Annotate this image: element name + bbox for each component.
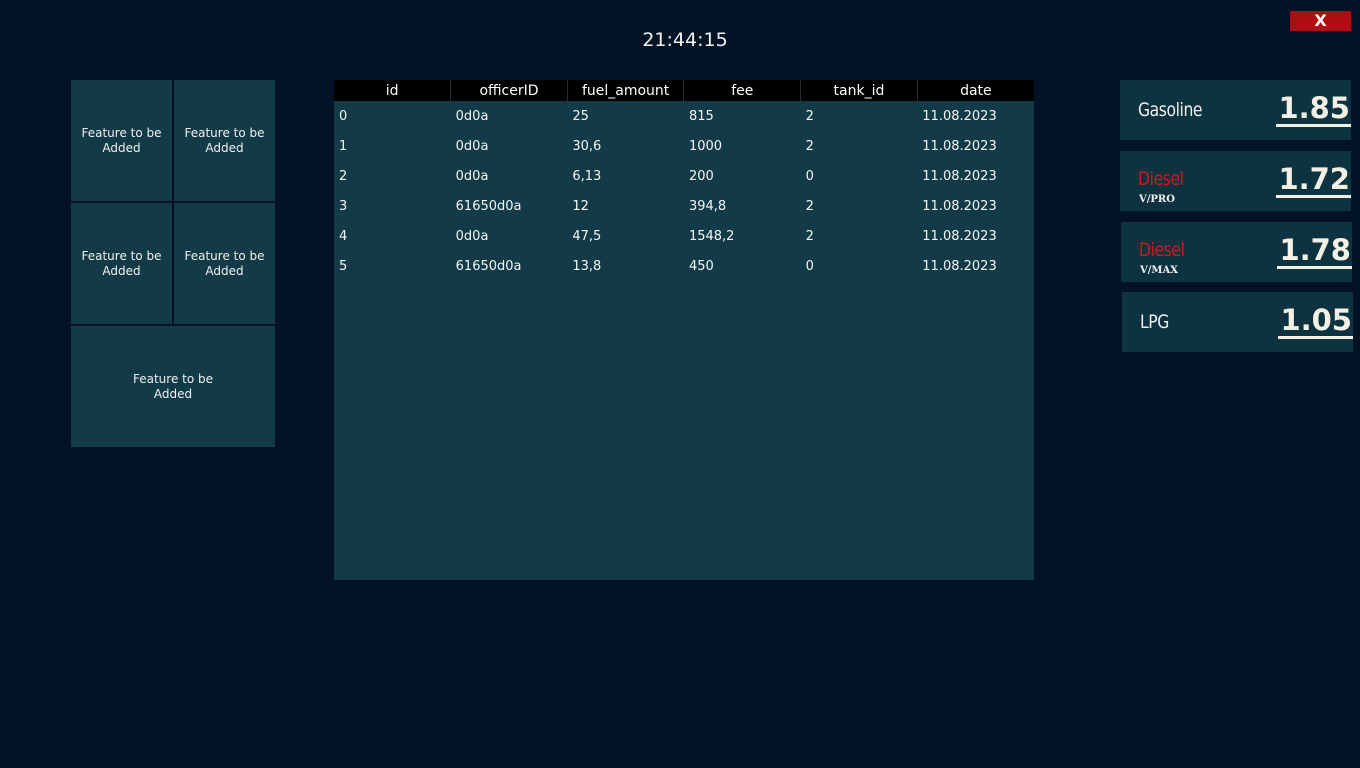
cell-officer-id: 0d0a bbox=[455, 108, 489, 124]
fuel-price: 1.05 bbox=[1278, 303, 1353, 339]
cell-tank-id: 2 bbox=[805, 138, 814, 154]
cell-date: 11.08.2023 bbox=[922, 258, 997, 274]
cell-date: 11.08.2023 bbox=[922, 198, 997, 214]
column-header-fuel-amount[interactable]: fuel_amount bbox=[567, 80, 685, 101]
cell-tank-id: 2 bbox=[805, 198, 814, 214]
table-row[interactable]: 4 0d0a 47,5 1548,2 2 11.08.2023 bbox=[334, 221, 1034, 251]
cell-tank-id: 0 bbox=[805, 258, 814, 274]
table-row[interactable]: 0 0d0a 25 815 2 11.08.2023 bbox=[334, 101, 1034, 131]
cell-id: 3 bbox=[339, 198, 348, 214]
fuel-price: 1.85 bbox=[1276, 91, 1351, 127]
price-card-lpg: LPG 1.05 bbox=[1122, 292, 1353, 352]
fuel-price: 1.78 bbox=[1277, 233, 1352, 269]
close-button[interactable]: X bbox=[1290, 11, 1351, 31]
feature-tile-2[interactable]: Feature to be Added bbox=[174, 80, 275, 201]
feature-tile-label: Feature to be Added bbox=[184, 248, 265, 278]
feature-tile-4[interactable]: Feature to be Added bbox=[174, 203, 275, 324]
fuel-log-panel: id officerID fuel_amount fee tank_id dat… bbox=[334, 80, 1034, 580]
fuel-log-table: id officerID fuel_amount fee tank_id dat… bbox=[334, 80, 1034, 281]
cell-date: 11.08.2023 bbox=[922, 108, 997, 124]
cell-fuel-amount: 6,13 bbox=[572, 168, 602, 184]
cell-fuel-amount: 30,6 bbox=[572, 138, 602, 154]
fuel-name: LPG bbox=[1140, 311, 1169, 333]
table-header-row: id officerID fuel_amount fee tank_id dat… bbox=[334, 80, 1034, 101]
feature-tile-label: Feature to be Added bbox=[81, 125, 162, 155]
cell-id: 2 bbox=[339, 168, 348, 184]
fuel-name: Gasoline bbox=[1138, 99, 1203, 121]
feature-tile-label: Feature to be Added bbox=[132, 371, 214, 401]
clock: 21:44:15 bbox=[642, 29, 728, 51]
cell-fuel-amount: 12 bbox=[572, 198, 589, 214]
cell-tank-id: 0 bbox=[805, 168, 814, 184]
fuel-grade: V/MAX bbox=[1140, 265, 1178, 276]
column-header-id[interactable]: id bbox=[334, 80, 452, 101]
cell-id: 5 bbox=[339, 258, 348, 274]
feature-tile-1[interactable]: Feature to be Added bbox=[71, 80, 172, 201]
cell-tank-id: 2 bbox=[805, 228, 814, 244]
fuel-name: Diesel bbox=[1139, 239, 1185, 261]
column-header-tank-id[interactable]: tank_id bbox=[800, 80, 918, 101]
cell-date: 11.08.2023 bbox=[922, 138, 997, 154]
price-card-diesel-max: Diesel V/MAX 1.78 bbox=[1121, 222, 1352, 282]
feature-tile-label: Feature to be Added bbox=[184, 125, 265, 155]
cell-fee: 1548,2 bbox=[688, 228, 735, 244]
cell-officer-id: 61650d0a bbox=[455, 258, 522, 274]
feature-tile-3[interactable]: Feature to be Added bbox=[71, 203, 172, 324]
column-header-fee[interactable]: fee bbox=[683, 80, 802, 101]
table-row[interactable]: 2 0d0a 6,13 200 0 11.08.2023 bbox=[334, 161, 1034, 191]
feature-tile-label: Feature to be Added bbox=[81, 248, 162, 278]
cell-fuel-amount: 13,8 bbox=[572, 258, 602, 274]
price-card-diesel-pro: Diesel V/PRO 1.72 bbox=[1120, 151, 1351, 211]
cell-fuel-amount: 47,5 bbox=[572, 228, 602, 244]
cell-fee: 200 bbox=[688, 168, 714, 184]
table-row[interactable]: 1 0d0a 30,6 1000 2 11.08.2023 bbox=[334, 131, 1034, 161]
cell-tank-id: 2 bbox=[805, 108, 814, 124]
cell-fuel-amount: 25 bbox=[572, 108, 589, 124]
column-header-date[interactable]: date bbox=[917, 80, 1034, 101]
fuel-price: 1.72 bbox=[1276, 162, 1351, 198]
cell-id: 1 bbox=[339, 138, 348, 154]
cell-date: 11.08.2023 bbox=[922, 168, 997, 184]
cell-date: 11.08.2023 bbox=[922, 228, 997, 244]
cell-officer-id: 61650d0a bbox=[455, 198, 522, 214]
cell-fee: 450 bbox=[688, 258, 714, 274]
table-row[interactable]: 3 61650d0a 12 394,8 2 11.08.2023 bbox=[334, 191, 1034, 221]
table-row[interactable]: 5 61650d0a 13,8 450 0 11.08.2023 bbox=[334, 251, 1034, 281]
feature-tile-5[interactable]: Feature to be Added bbox=[71, 326, 275, 447]
cell-fee: 394,8 bbox=[688, 198, 727, 214]
cell-officer-id: 0d0a bbox=[455, 138, 489, 154]
price-card-gasoline: Gasoline 1.85 bbox=[1120, 80, 1351, 140]
fuel-grade: V/PRO bbox=[1139, 194, 1175, 205]
cell-officer-id: 0d0a bbox=[455, 168, 489, 184]
cell-officer-id: 0d0a bbox=[455, 228, 489, 244]
fuel-name: Diesel bbox=[1138, 168, 1184, 190]
cell-fee: 1000 bbox=[688, 138, 723, 154]
column-header-officer-id[interactable]: officerID bbox=[450, 80, 568, 101]
cell-id: 0 bbox=[339, 108, 348, 124]
cell-id: 4 bbox=[339, 228, 348, 244]
cell-fee: 815 bbox=[688, 108, 714, 124]
